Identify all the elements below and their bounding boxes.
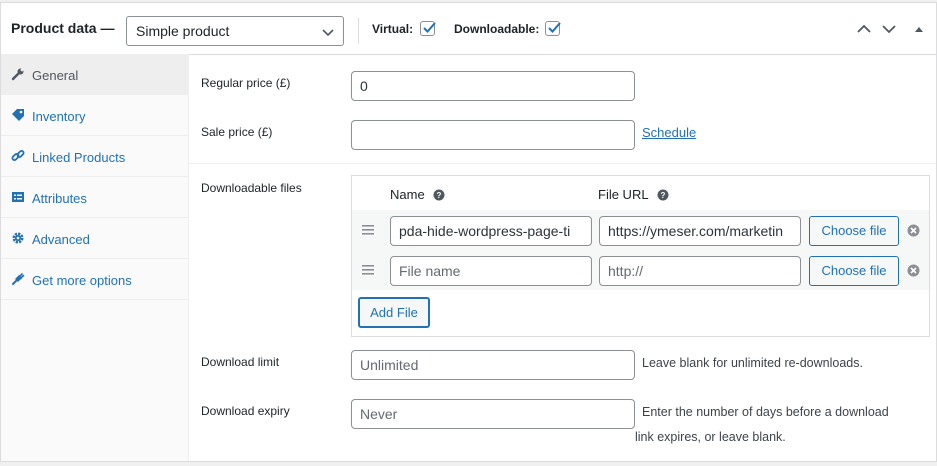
checkmark-icon xyxy=(423,22,436,33)
tab-label: General xyxy=(32,68,79,83)
download-limit-hint: Leave blank for unlimited re-downloads. xyxy=(642,356,863,370)
product-data-panel: Product data — Simple product Virtual: D… xyxy=(0,2,937,462)
drag-handle-icon[interactable] xyxy=(362,225,374,235)
remove-file-icon[interactable] xyxy=(907,224,920,237)
download-limit-input[interactable]: Unlimited xyxy=(351,350,635,380)
chevron-down-icon xyxy=(322,29,334,37)
plugin-icon xyxy=(12,273,25,285)
collapse-toggle-icon[interactable] xyxy=(914,23,924,35)
help-icon[interactable]: ? xyxy=(433,189,445,201)
download-expiry-hint: link expires, or leave blank. xyxy=(635,430,786,444)
sale-price-label: Sale price (£) xyxy=(201,125,273,139)
tag-icon xyxy=(12,109,24,121)
product-data-header: Product data — Simple product Virtual: D… xyxy=(1,3,936,55)
move-up-icon[interactable] xyxy=(857,23,871,35)
tab-get-more-options[interactable]: Get more options xyxy=(1,259,188,300)
checkmark-icon xyxy=(548,22,561,33)
downloadable-label: Downloadable: xyxy=(454,22,540,36)
panel-title: Product data — xyxy=(11,20,115,36)
column-header-file-url: File URL xyxy=(598,187,649,202)
download-expiry-label: Download expiry xyxy=(201,404,290,418)
header-separator xyxy=(358,18,359,44)
svg-text:?: ? xyxy=(661,191,666,200)
regular-price-label: Regular price (£) xyxy=(201,76,291,90)
download-expiry-hint: Enter the number of days before a downlo… xyxy=(642,405,889,419)
link-icon xyxy=(11,150,25,161)
list-icon xyxy=(12,192,24,202)
regular-price-input[interactable]: 0 xyxy=(351,71,635,101)
drag-handle-icon[interactable] xyxy=(362,265,374,275)
add-file-button[interactable]: Add File xyxy=(358,297,430,328)
column-header-name: Name xyxy=(390,187,425,202)
tab-label: Inventory xyxy=(32,109,86,124)
download-expiry-input[interactable]: Never xyxy=(351,399,635,429)
tab-label: Attributes xyxy=(32,191,87,206)
download-limit-label: Download limit xyxy=(201,355,280,369)
section-divider xyxy=(189,163,936,164)
file-name-input[interactable]: pda-hide-wordpress-page-ti xyxy=(390,216,592,246)
help-icon[interactable]: ? xyxy=(657,189,669,201)
choose-file-button[interactable]: Choose file xyxy=(809,216,899,246)
svg-text:?: ? xyxy=(437,191,442,200)
virtual-checkbox[interactable] xyxy=(420,21,436,36)
move-down-icon[interactable] xyxy=(882,23,896,35)
gear-icon xyxy=(12,232,24,244)
file-name-input[interactable]: File name xyxy=(390,256,592,286)
file-url-input[interactable]: https://ymeser.com/marketin xyxy=(599,216,801,246)
tab-linked-products[interactable]: Linked Products xyxy=(1,136,188,177)
tab-attributes[interactable]: Attributes xyxy=(1,177,188,218)
tab-label: Linked Products xyxy=(32,150,126,165)
file-url-input[interactable]: http:// xyxy=(599,256,801,286)
choose-file-button[interactable]: Choose file xyxy=(809,256,899,286)
schedule-link[interactable]: Schedule xyxy=(642,125,696,140)
tab-advanced[interactable]: Advanced xyxy=(1,218,188,259)
virtual-label: Virtual: xyxy=(372,22,414,36)
tab-inventory[interactable]: Inventory xyxy=(1,95,188,136)
remove-file-icon[interactable] xyxy=(907,264,920,277)
tab-general[interactable]: General xyxy=(1,54,188,95)
tab-label: Get more options xyxy=(32,273,132,288)
downloadable-files-label: Downloadable files xyxy=(201,181,302,195)
product-type-value: Simple product xyxy=(136,23,230,39)
tab-label: Advanced xyxy=(32,232,90,247)
product-data-tabs: General Inventory Linked Products Attrib… xyxy=(1,54,189,461)
product-type-select[interactable]: Simple product xyxy=(126,16,344,46)
wrench-icon xyxy=(11,68,24,81)
downloadable-checkbox[interactable] xyxy=(545,21,561,36)
sale-price-input[interactable] xyxy=(351,120,635,150)
